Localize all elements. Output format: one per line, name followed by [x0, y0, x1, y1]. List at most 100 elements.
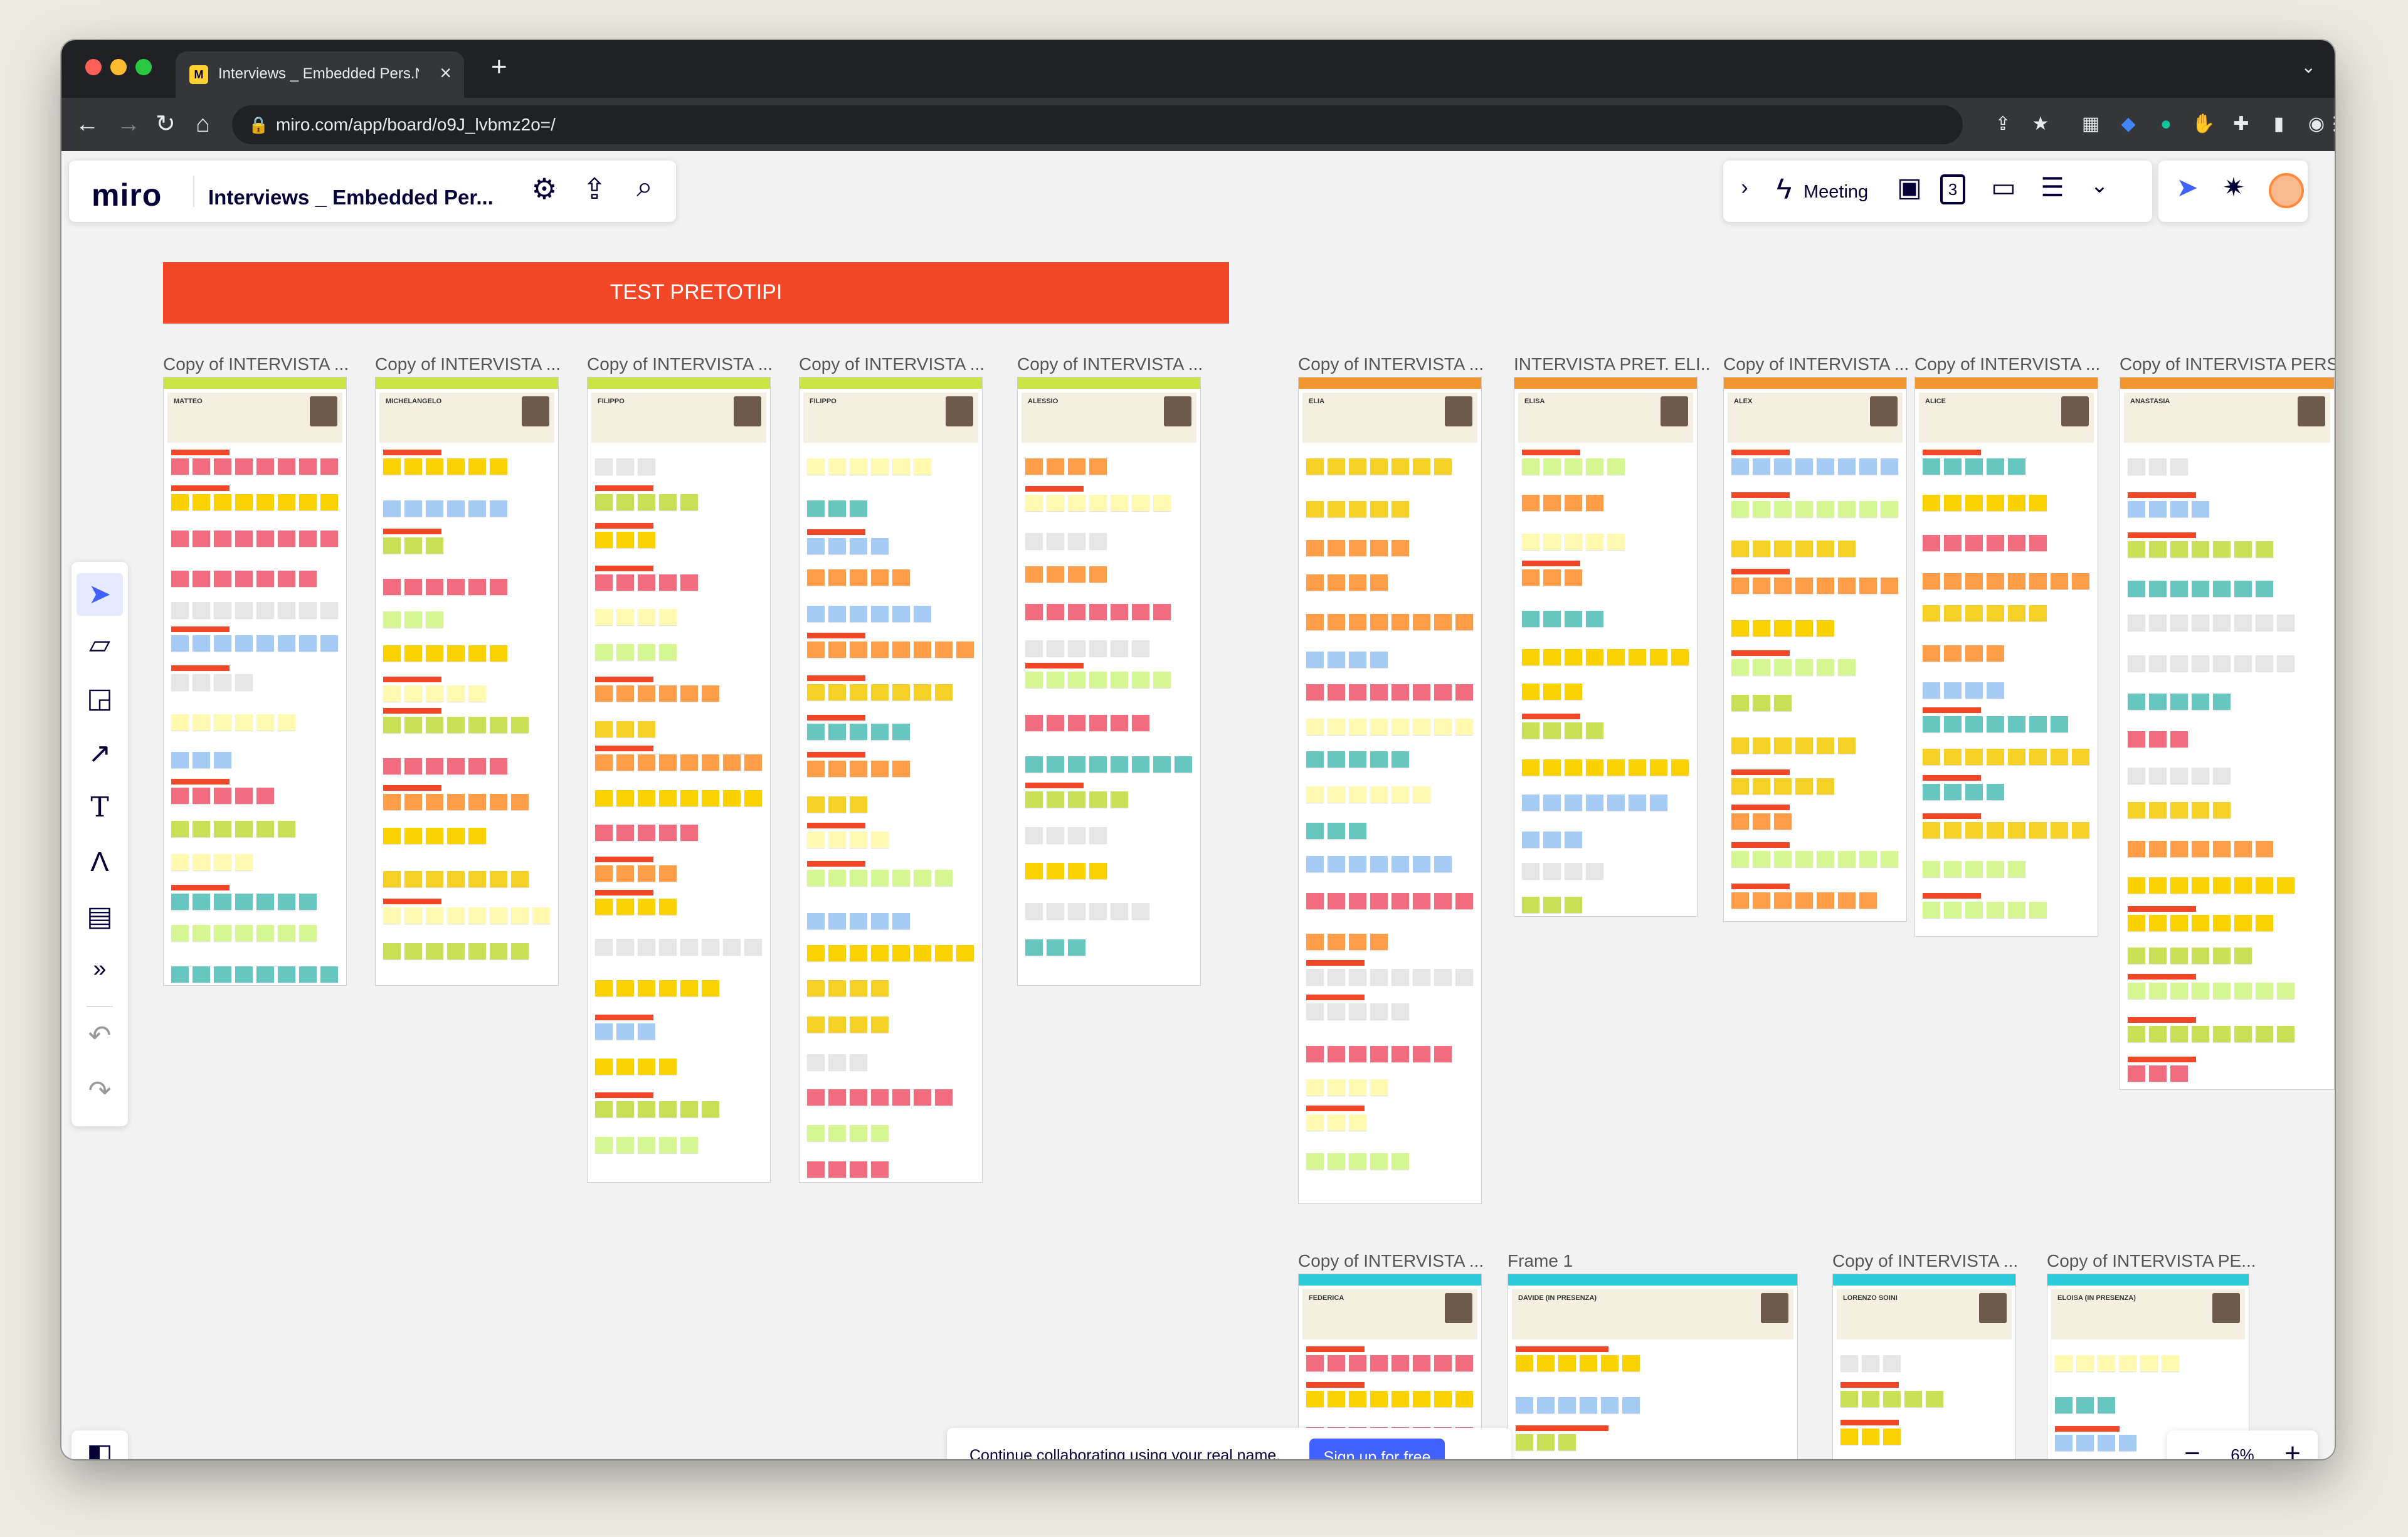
sticky-note[interactable]: [935, 684, 953, 700]
sticky-note[interactable]: [2170, 694, 2188, 710]
sticky-note[interactable]: [426, 579, 443, 595]
sticky-note[interactable]: [1774, 695, 1792, 711]
sticky-note[interactable]: [1753, 659, 1770, 675]
sticky-note[interactable]: [1370, 614, 1388, 630]
sticky-note[interactable]: [1586, 722, 1603, 739]
sticky-note[interactable]: [1774, 541, 1792, 557]
sticky-note[interactable]: [616, 1137, 634, 1153]
sticky-note[interactable]: [2128, 731, 2145, 747]
sticky-note[interactable]: [807, 796, 825, 813]
sticky-note[interactable]: [1370, 458, 1388, 475]
sticky-note[interactable]: [278, 714, 295, 731]
sticky-note[interactable]: [490, 871, 507, 887]
sticky-note[interactable]: [638, 574, 655, 591]
browser-menu-icon[interactable]: ⋮: [2325, 112, 2335, 137]
sticky-note[interactable]: [828, 761, 846, 777]
sticky-note[interactable]: [1817, 501, 1834, 517]
sticky-note[interactable]: [1153, 495, 1171, 511]
sticky-note[interactable]: [511, 907, 529, 924]
sticky-note[interactable]: [511, 794, 529, 810]
sticky-note[interactable]: [2256, 915, 2273, 931]
sticky-note[interactable]: [2234, 948, 2252, 964]
sticky-note[interactable]: [1025, 604, 1043, 620]
sticky-note[interactable]: [1586, 611, 1603, 627]
frame-title[interactable]: Copy of INTERVISTA ...: [587, 354, 783, 374]
sticky-note[interactable]: [1391, 1046, 1409, 1062]
sticky-note[interactable]: [2149, 615, 2167, 631]
sticky-note[interactable]: [659, 790, 677, 806]
sticky-note[interactable]: [595, 1101, 613, 1117]
sticky-note[interactable]: [2008, 495, 2025, 511]
sticky-note[interactable]: [871, 980, 889, 996]
sticky-note[interactable]: [235, 531, 253, 547]
sticky-note[interactable]: [2213, 802, 2231, 818]
sticky-note[interactable]: [214, 635, 231, 652]
sticky-note[interactable]: [1391, 1355, 1409, 1371]
sticky-note[interactable]: [807, 870, 825, 886]
sticky-note[interactable]: [1774, 620, 1792, 636]
sticky-note[interactable]: [1965, 682, 1983, 699]
sticky-note[interactable]: [616, 825, 634, 841]
sticky-note[interactable]: [2192, 915, 2209, 931]
sticky-note[interactable]: [1650, 795, 1667, 811]
sticky-note[interactable]: [1349, 1391, 1366, 1407]
sticky-note[interactable]: [1753, 737, 1770, 754]
banner-test-pretotipi[interactable]: TEST PRETOTIPI: [163, 262, 1229, 324]
sticky-note[interactable]: [278, 602, 295, 618]
sticky-note[interactable]: [595, 825, 613, 841]
sticky-note[interactable]: [1516, 1434, 1533, 1450]
sticky-note[interactable]: [1391, 458, 1409, 475]
sticky-note[interactable]: [1306, 934, 1324, 950]
sticky-note[interactable]: [1558, 1355, 1576, 1371]
sticky-note[interactable]: [2149, 458, 2167, 475]
sticky-note[interactable]: [1580, 1355, 1597, 1371]
sticky-note[interactable]: [171, 854, 189, 870]
sticky-note[interactable]: [1543, 458, 1561, 475]
sticky-note[interactable]: [2170, 915, 2188, 931]
sticky-note[interactable]: [2149, 841, 2167, 857]
sticky-note[interactable]: [447, 500, 465, 517]
sticky-note[interactable]: [807, 642, 825, 658]
forward-icon[interactable]: →: [117, 109, 140, 139]
interview-frame[interactable]: ANASTASIA: [2120, 377, 2335, 1090]
sticky-note[interactable]: [1543, 832, 1561, 848]
sticky-note[interactable]: [1370, 719, 1388, 735]
sticky-note[interactable]: [171, 602, 189, 618]
sticky-note[interactable]: [1413, 458, 1430, 475]
sticky-note[interactable]: [1904, 1391, 1922, 1407]
sticky-note[interactable]: [1434, 969, 1452, 985]
sticky-note[interactable]: [871, 684, 889, 700]
sticky-note[interactable]: [1306, 856, 1324, 872]
sticky-note[interactable]: [193, 821, 210, 837]
sticky-note[interactable]: [702, 790, 719, 806]
sticky-note[interactable]: [638, 494, 655, 510]
sticky-note[interactable]: [1817, 578, 1834, 594]
sticky-note[interactable]: [1731, 778, 1749, 795]
sticky-note[interactable]: [1795, 892, 1813, 909]
sticky-note[interactable]: [193, 966, 210, 983]
sticky-note[interactable]: [1068, 640, 1085, 657]
side-panel-icon[interactable]: ▮: [2266, 112, 2291, 137]
sticky-note[interactable]: [616, 532, 634, 548]
sticky-note[interactable]: [2170, 983, 2188, 999]
sticky-note[interactable]: [214, 788, 231, 804]
sticky-note[interactable]: [468, 579, 486, 595]
sticky-note[interactable]: [1795, 458, 1813, 475]
sticky-note[interactable]: [850, 1054, 867, 1070]
sticky-note[interactable]: [1795, 659, 1813, 675]
sticky-note[interactable]: [2008, 573, 2025, 589]
sticky-note[interactable]: [807, 761, 825, 777]
sticky-note[interactable]: [1838, 737, 1856, 754]
sticky-note[interactable]: [1391, 540, 1409, 556]
reload-icon[interactable]: ↻: [156, 109, 176, 139]
sticky-note[interactable]: [1926, 1391, 1943, 1407]
sticky-note[interactable]: [595, 644, 613, 660]
sticky-note[interactable]: [616, 685, 634, 702]
sticky-note[interactable]: [1522, 534, 1539, 550]
sticky-note[interactable]: [1859, 501, 1877, 517]
sticky-note[interactable]: [1774, 659, 1792, 675]
sticky-note[interactable]: [1349, 1046, 1366, 1062]
frame-title[interactable]: Copy of INTERVISTA ...: [163, 354, 359, 374]
sticky-note[interactable]: [1923, 716, 1940, 732]
sticky-note[interactable]: [2055, 1397, 2073, 1413]
